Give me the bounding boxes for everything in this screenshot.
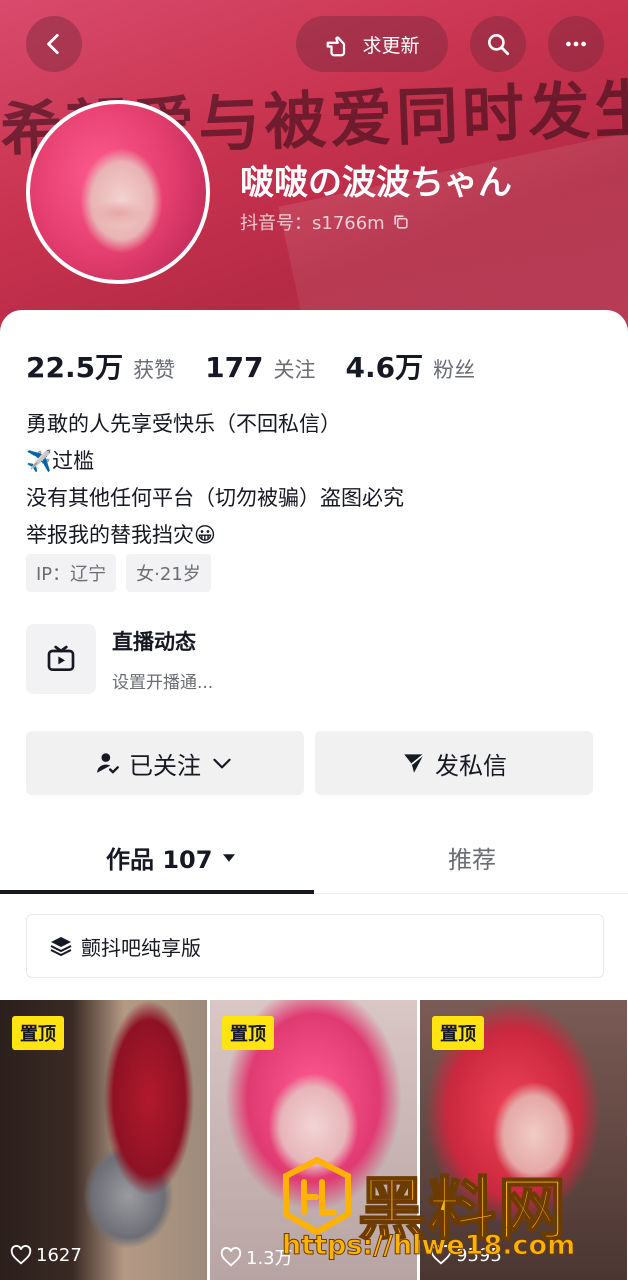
tab-recommend-label: 推荐 xyxy=(448,846,496,874)
profile-tags: IP：辽宁 女·21岁 xyxy=(26,554,211,592)
heart-icon xyxy=(10,1245,32,1265)
display-name: 啵啵の波波ちゃん xyxy=(240,163,512,203)
send-icon xyxy=(404,753,425,773)
tab-recommend[interactable]: 推荐 xyxy=(448,840,496,875)
collection-entry[interactable]: 颤抖吧纯享版 xyxy=(26,914,604,978)
followed-label: 已关注 xyxy=(129,751,201,780)
likes-count[interactable]: 22.5万 xyxy=(26,346,123,386)
video-likes: 1627 xyxy=(10,1244,82,1266)
back-button[interactable] xyxy=(26,16,82,72)
send-message-button[interactable]: 发私信 xyxy=(315,731,593,795)
pinned-badge: 置顶 xyxy=(222,1016,274,1050)
tv-icon xyxy=(47,645,75,671)
stats-row: 22.5万 获赞 177 关注 4.6万 粉丝 xyxy=(26,346,505,386)
live-title: 直播动态 xyxy=(112,629,196,654)
heart-icon xyxy=(220,1247,242,1267)
send-message-label: 发私信 xyxy=(435,751,507,780)
bio: 勇敢的人先享受快乐（不回私信） ✈️过槛 没有其他任何平台（切勿被骗）盗图必究 … xyxy=(26,406,404,554)
action-buttons: 已关注 发私信 xyxy=(26,731,593,795)
tab-active-indicator xyxy=(0,890,314,894)
watermark-url: https://hlwe18.com xyxy=(281,1230,576,1262)
bio-line: 没有其他任何平台（切勿被骗）盗图必究 xyxy=(26,486,404,510)
caret-down-icon xyxy=(223,853,236,862)
followers-count[interactable]: 4.6万 xyxy=(346,346,424,386)
bio-line: 勇敢的人先享受快乐（不回私信） xyxy=(26,412,341,436)
live-icon-box xyxy=(26,624,96,694)
pinned-badge: 置顶 xyxy=(12,1016,64,1050)
following-count[interactable]: 177 xyxy=(205,351,263,384)
search-button[interactable] xyxy=(470,16,526,72)
profile-panel: 22.5万 获赞 177 关注 4.6万 粉丝 勇敢的人先享受快乐（不回私信） … xyxy=(0,310,628,1280)
douyin-id[interactable]: 抖音号：s1766m xyxy=(240,209,411,235)
collection-label: 颤抖吧纯享版 xyxy=(81,935,201,960)
copy-icon xyxy=(394,215,408,229)
tab-works[interactable]: 作品 107 xyxy=(106,840,238,875)
following-label[interactable]: 关注 xyxy=(274,354,316,384)
douyin-id-text: 抖音号：s1766m xyxy=(240,213,385,234)
ip-location-tag: IP：辽宁 xyxy=(26,554,117,592)
bio-line: 举报我的替我挡灾😀 xyxy=(26,523,216,547)
profile-banner: 希望爱与被爱同时发生。 求更新 啵啵の波波ちゃん 抖音号：s1766m xyxy=(0,0,628,340)
live-subtitle: 设置开播通... xyxy=(112,672,214,693)
video-thumbnail[interactable]: 置顶 1627 xyxy=(0,1000,207,1280)
video-likes-count: 1627 xyxy=(36,1244,82,1266)
more-dots-icon xyxy=(566,41,586,47)
request-update-button[interactable]: 求更新 xyxy=(296,16,448,72)
watermark-logo-icon xyxy=(283,1156,351,1236)
request-update-label: 求更新 xyxy=(362,34,420,57)
followed-button[interactable]: 已关注 xyxy=(26,731,304,795)
search-icon xyxy=(488,34,510,56)
bio-line: ✈️过槛 xyxy=(26,449,95,473)
pinned-badge: 置顶 xyxy=(432,1016,484,1050)
chevron-down-icon xyxy=(213,758,231,769)
chevron-left-icon xyxy=(47,33,59,55)
user-check-icon xyxy=(97,753,119,774)
watermark: 黑料网 https://hlwe18.com xyxy=(281,1156,622,1268)
layers-icon xyxy=(50,937,72,957)
followers-label[interactable]: 粉丝 xyxy=(433,354,475,384)
more-button[interactable] xyxy=(548,16,604,72)
tab-works-label: 作品 107 xyxy=(106,846,213,874)
live-updates-entry[interactable]: 直播动态 设置开播通... xyxy=(26,624,213,694)
avatar[interactable] xyxy=(26,100,210,284)
likes-label[interactable]: 获赞 xyxy=(133,354,175,384)
content-tabs: 作品 107 推荐 xyxy=(0,830,628,894)
pointing-hand-icon xyxy=(327,36,346,57)
gender-age-tag: 女·21岁 xyxy=(126,554,211,592)
